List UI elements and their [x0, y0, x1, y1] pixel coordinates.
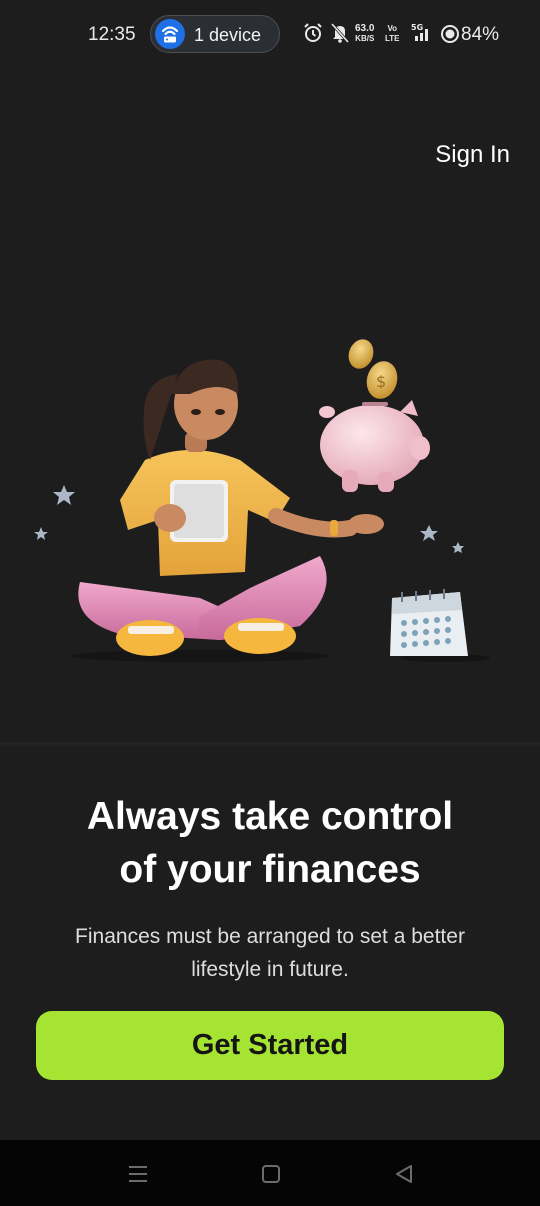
back-icon[interactable]	[392, 1162, 416, 1186]
hotspot-label: 1 device	[194, 25, 262, 45]
subtext-line-2: lifestyle in future.	[191, 958, 349, 981]
hero-illustration: $	[0, 320, 540, 680]
status-bar: 12:35 1 device 63.0 KB/S Vo LTE 5G 84%	[0, 0, 540, 70]
headline-line-1: Always take control	[86, 795, 454, 838]
net-speed: 63.0 KB/S	[355, 23, 375, 44]
mute-icon	[330, 22, 350, 49]
signal-icon: 5G	[411, 22, 433, 49]
sign-in-link[interactable]: Sign In	[435, 141, 510, 169]
battery-percentage: 84%	[461, 24, 500, 45]
finance-illustration: $	[34, 339, 490, 662]
subtext-line-1: Finances must be arranged to set a bette…	[75, 925, 465, 948]
svg-text:$: $	[376, 372, 386, 391]
alarm-icon	[303, 22, 323, 49]
status-time: 12:35	[88, 24, 136, 45]
section-divider	[0, 742, 540, 748]
system-nav-bar	[0, 1140, 540, 1206]
person-illustration	[70, 359, 384, 662]
home-icon[interactable]	[259, 1162, 283, 1186]
menu-icon[interactable]	[126, 1162, 150, 1186]
get-started-button[interactable]: Get Started	[36, 1011, 504, 1080]
signal-label: 5G	[411, 23, 423, 32]
status-icons: 63.0 KB/S Vo LTE 5G 84%	[303, 22, 503, 48]
onboarding-subtext: Finances must be arranged to set a bette…	[40, 920, 500, 986]
hotspot-indicator[interactable]: 1 device	[150, 15, 280, 53]
volte-indicator: Vo LTE	[385, 24, 400, 43]
piggy-bank-icon	[319, 400, 430, 492]
calendar-icon	[390, 589, 490, 662]
onboarding-headline: Always take control of your finances	[20, 790, 520, 896]
headline-line-2: of your finances	[119, 848, 421, 891]
coin-icon: $	[348, 339, 398, 399]
hotspot-icon	[155, 19, 185, 49]
battery-icon	[440, 24, 460, 49]
